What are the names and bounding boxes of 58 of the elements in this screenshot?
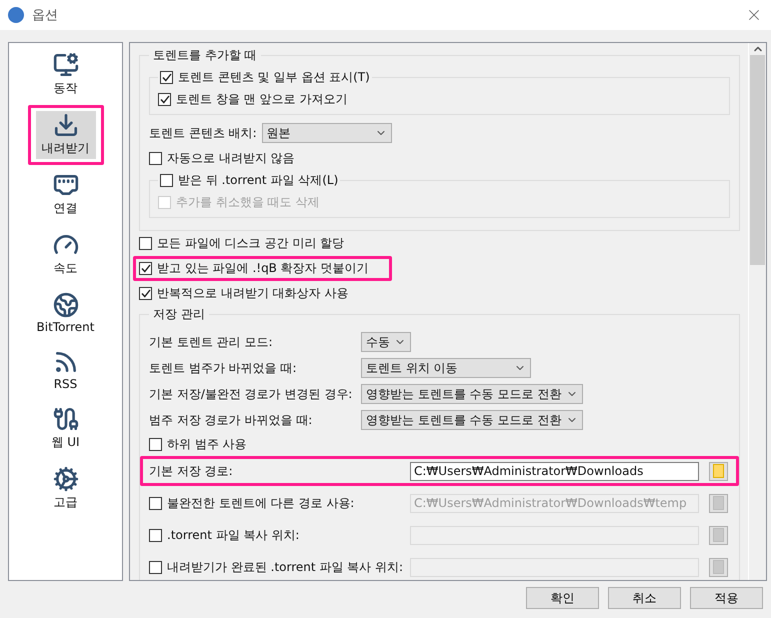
sidebar-item[interactable]: 고급 — [36, 465, 96, 513]
dropdown[interactable]: 토렌트 위치 이동 — [361, 358, 531, 378]
app-logo-icon — [8, 7, 24, 23]
sidebar-item[interactable]: 웹 UI — [36, 405, 96, 453]
dropdown[interactable]: 영향받는 토렌트를 수동 모드로 전환 — [361, 384, 583, 404]
checkbox-label: 자동으로 내려받지 않음 — [167, 150, 295, 166]
field-label: 기본 토렌트 관리 모드: — [149, 334, 274, 350]
checkbox[interactable] — [160, 70, 173, 84]
group-title: 토렌트를 추가할 때 — [152, 47, 258, 64]
globe-icon — [52, 292, 78, 318]
monitor-gear-icon — [52, 52, 78, 78]
sidebar-item[interactable]: 속도 — [36, 231, 96, 279]
checkbox-label: 추가를 취소했을 때도 삭제 — [176, 194, 320, 210]
checkbox[interactable] — [158, 92, 171, 106]
field-label: 기본 저장 경로: — [149, 462, 233, 480]
dropdown[interactable]: 영향받는 토렌트를 수동 모드로 전환 — [361, 410, 583, 430]
field-label: 범주 저장 경로가 바뀌었을 때: — [149, 412, 314, 428]
sidebar-item[interactable]: 연결 — [36, 171, 96, 219]
dialog-button[interactable]: 취소 — [608, 587, 681, 609]
sidebar-item[interactable]: 내려받기 — [36, 111, 96, 159]
download-icon — [52, 112, 78, 138]
field-label: 불완전한 토렌트에 다른 경로 사용: — [167, 494, 354, 512]
checkbox-label: 토렌트 창을 맨 앞으로 가져오기 — [176, 90, 348, 108]
checkbox-label: 하위 범주 사용 — [167, 436, 247, 452]
checkbox[interactable] — [139, 262, 152, 275]
sidebar-item[interactable]: RSS — [36, 348, 96, 393]
group-title: 저장 관리 — [152, 306, 206, 323]
folder-icon — [713, 560, 724, 574]
window-title: 옵션 — [32, 7, 59, 24]
field-label: .torrent 파일 복사 위치: — [167, 526, 300, 544]
folder-icon — [713, 464, 724, 478]
folder-icon — [713, 496, 724, 510]
dialog-button[interactable]: 적용 — [690, 587, 763, 609]
sidebar-item[interactable]: BitTorrent — [36, 291, 96, 336]
scrollbar[interactable] — [748, 43, 766, 580]
field-label: 내려받기가 완료된 .torrent 파일 복사 위치: — [167, 558, 404, 576]
dropdown[interactable]: 수동 — [361, 332, 411, 352]
path-field[interactable]: C:₩Users₩Administrator₩Downloads — [410, 462, 699, 480]
checkbox-label: 모든 파일에 디스크 공간 미리 할당 — [157, 235, 344, 252]
checkbox[interactable] — [160, 174, 173, 186]
checkbox[interactable] — [139, 237, 152, 250]
checkbox-label: 반복적으로 내려받기 대화상자 사용 — [157, 285, 348, 302]
folder-icon — [713, 528, 724, 542]
field-label: 토렌트 범주가 바뀌었을 때: — [149, 360, 298, 376]
checkbox-label: 받고 있는 파일에 .!qB 확장자 덧붙이기 — [157, 260, 369, 277]
checkbox[interactable] — [139, 287, 152, 300]
dropdown[interactable]: 원본 — [262, 123, 392, 143]
checkbox-label: 토렌트 콘텐츠 및 일부 옵션 표시(T) — [178, 68, 370, 86]
checkbox[interactable] — [149, 152, 162, 164]
field-label: 기본 저장/불완전 경로가 변경된 경우: — [149, 386, 354, 402]
plug-icon — [52, 406, 78, 432]
dialog-button[interactable]: 확인 — [526, 587, 599, 609]
checkbox[interactable] — [149, 438, 162, 450]
checkbox-label: 받은 뒤 .torrent 파일 삭제(L) — [178, 172, 338, 188]
sidebar-item[interactable]: 동작 — [36, 51, 96, 99]
network-port-icon — [52, 172, 78, 198]
gear-icon — [52, 466, 78, 492]
field-label: 토렌트 콘텐츠 배치: — [149, 124, 257, 142]
